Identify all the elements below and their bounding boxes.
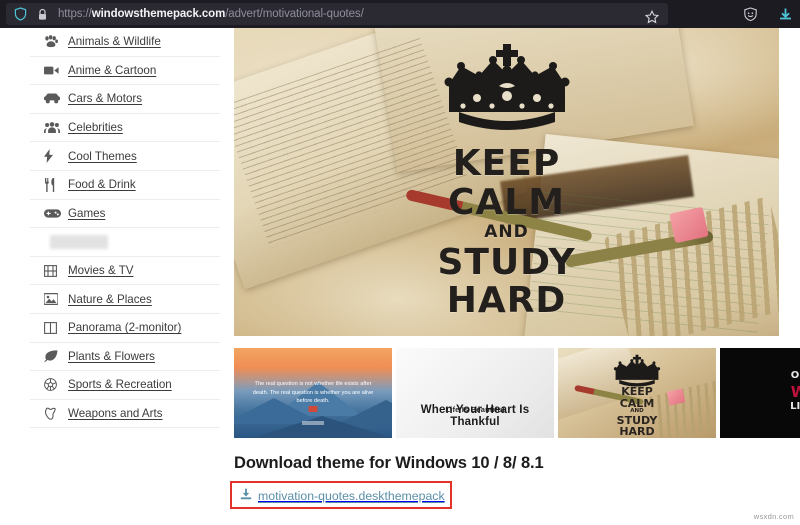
people-group-icon (44, 121, 64, 134)
sidebar-item-label: Sports & Recreation (68, 378, 172, 392)
quote-signature (302, 421, 324, 425)
sidebar-item-label: Animals & Wildlife (68, 35, 161, 49)
lock-icon[interactable] (34, 6, 51, 23)
sidebar-item-label: Plants & Flowers (68, 349, 155, 363)
sidebar-item-label: Food & Drink (68, 178, 136, 192)
keep-calm-and: AND (484, 222, 529, 243)
download-file-label: motivation-quotes.deskthemepack (258, 489, 445, 503)
sidebar-item-panorama[interactable]: Panorama (2-monitor) (30, 314, 220, 343)
sidebar-item-cool-themes[interactable]: Cool Themes (30, 142, 220, 171)
star-icon[interactable] (641, 6, 663, 28)
theme-preview-banner[interactable]: KEEP CALM AND STUDY HARD (234, 28, 779, 336)
sidebar-item-redacted[interactable] (30, 228, 220, 257)
sidebar-item-label: Movies & TV (68, 264, 134, 278)
sidebar-item-label: Games (68, 206, 106, 220)
keep-calm-text: KEEP CALM AND STUDY HARD (357, 143, 657, 322)
sidebar-item-label: Nature & Places (68, 292, 152, 306)
sidebar-item-label: Weapons and Arts (68, 407, 163, 421)
sidebar-item-animals-wildlife[interactable]: Animals & Wildlife (30, 28, 220, 57)
thumb-dark-quote[interactable]: OU W LIB (720, 348, 800, 438)
sidebar-item-nature-places[interactable]: Nature & Places (30, 285, 220, 314)
thumbnail-strip: The real question is not whether life ex… (234, 348, 800, 438)
address-bar[interactable]: https://windowsthemepack.com/advert/moti… (6, 3, 668, 25)
sidebar-item-label: Anime & Cartoon (68, 63, 157, 77)
sidebar-item-movies-tv[interactable]: Movies & TV (30, 257, 220, 286)
main-content: KEEP CALM AND STUDY HARD The real questi… (230, 28, 800, 509)
url-prefix: https:// (58, 8, 92, 20)
sidebar-item-cars-motors[interactable]: Cars & Motors (30, 85, 220, 114)
video-camera-icon (44, 65, 64, 76)
quote-accent-mark (308, 406, 318, 412)
fork-knife-icon (44, 177, 64, 192)
thumb-line-2: When Your Heart Is Thankful (420, 404, 530, 428)
film-strip-icon (44, 264, 64, 277)
thumb-life-is-beautiful[interactable]: Life Is Beautiful When Your Heart Is Tha… (396, 348, 554, 438)
shield-icon[interactable] (12, 6, 29, 23)
sidebar-item-games[interactable]: Games (30, 200, 220, 229)
sidebar-item-label: Cool Themes (68, 149, 137, 163)
crown-icon (437, 42, 577, 134)
sidebar-item-plants-flowers[interactable]: Plants & Flowers (30, 343, 220, 372)
car-icon (44, 93, 64, 104)
redacted-block (50, 234, 108, 249)
sidebar-item-label: Cars & Motors (68, 92, 143, 106)
browser-toolbar: https://windowsthemepack.com/advert/moti… (0, 0, 800, 28)
thumb-line-1: KEEP (621, 385, 653, 398)
download-file-link[interactable]: motivation-quotes.deskthemepack (240, 487, 445, 505)
thumb-line-3: LIB (790, 401, 800, 413)
keep-calm-line-2: CALM (447, 181, 566, 223)
lightning-bolt-icon (44, 149, 64, 164)
url-path: /advert/motivational-quotes/ (225, 8, 364, 20)
sidebar-item-food-drink[interactable]: Food & Drink (30, 171, 220, 200)
page-content: Animals & Wildlife Anime & Cartoon Cars … (0, 28, 800, 525)
gamepad-icon (44, 209, 64, 218)
url-text[interactable]: https://windowsthemepack.com/advert/moti… (58, 8, 364, 20)
keep-calm-text-thumb: KEEP CALM AND STUDY HARD (577, 386, 697, 438)
dark-quote-text: OU W LIB (790, 370, 800, 414)
sidebar-item-weapons-arts[interactable]: Weapons and Arts (30, 400, 220, 429)
thumb-quote-text: The real question is not whether life ex… (252, 381, 374, 405)
keep-calm-line-3: STUDY (437, 241, 576, 283)
two-columns-icon (44, 321, 64, 334)
crown-icon (611, 354, 663, 388)
download-heading: Download theme for Windows 10 / 8/ 8.1 (234, 454, 544, 472)
site-watermark: wsxdn.com (753, 512, 794, 521)
sidebar-item-label: Celebrities (68, 121, 123, 135)
paw-icon (44, 35, 64, 48)
keep-calm-line-4: HARD (446, 280, 567, 322)
thumb-mountain-quote[interactable]: The real question is not whether life ex… (234, 348, 392, 438)
shield-sword-icon (44, 407, 64, 420)
toolbar-right-icons (742, 0, 794, 28)
thumb-line-1: OU (790, 370, 800, 381)
sidebar-item-anime-cartoon[interactable]: Anime & Cartoon (30, 57, 220, 86)
url-host: windowsthemepack.com (91, 8, 226, 20)
ball-icon (44, 378, 64, 392)
sidebar-item-label: Panorama (2-monitor) (68, 321, 182, 335)
thumb-line-2: W (790, 382, 800, 401)
sidebar-item-sports-recreation[interactable]: Sports & Recreation (30, 371, 220, 400)
mountain-peak (252, 416, 392, 438)
category-sidebar: Animals & Wildlife Anime & Cartoon Cars … (30, 28, 220, 429)
thumb-keep-calm[interactable]: KEEP CALM AND STUDY HARD (558, 348, 716, 438)
picture-icon (44, 293, 64, 306)
sidebar-item-celebrities[interactable]: Celebrities (30, 114, 220, 143)
download-arrow-icon[interactable] (777, 6, 794, 23)
keep-calm-line-1: KEEP (452, 143, 561, 184)
shield-face-icon[interactable] (742, 6, 759, 23)
leaf-icon (44, 350, 64, 362)
thumb-line-4: HARD (619, 425, 655, 438)
download-icon (240, 487, 252, 505)
